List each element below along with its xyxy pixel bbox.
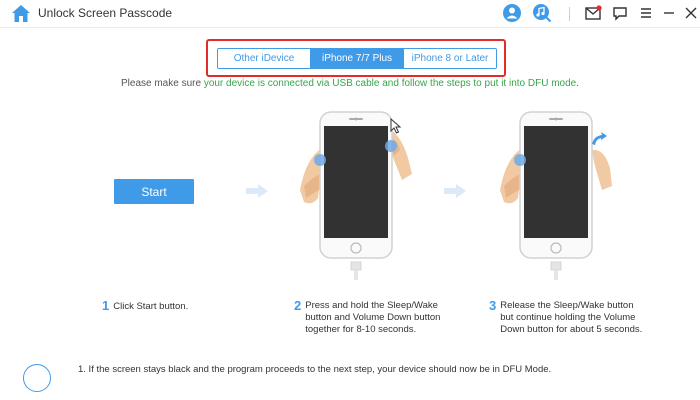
menu-icon[interactable] (636, 3, 656, 23)
arrow-right-icon (444, 184, 466, 198)
user-icon[interactable] (502, 3, 522, 23)
close-icon[interactable] (681, 3, 700, 23)
instruction-part-1: Please make sure (120, 78, 204, 89)
minimize-icon[interactable] (659, 3, 679, 23)
note-row: 1. If the screen stays black and the pro… (0, 355, 700, 400)
step-1: 1 Click Start button. (102, 298, 189, 313)
cursor-icon (390, 118, 402, 134)
step-1-text: Click Start button. (113, 301, 189, 312)
title-bar-divider (569, 7, 570, 21)
mail-icon[interactable] (583, 3, 603, 23)
info-circle-icon (23, 364, 51, 392)
tab-iphone-8-or-later[interactable]: iPhone 8 or Later (404, 49, 496, 68)
home-icon[interactable] (11, 4, 31, 23)
instruction-part-3: . (576, 78, 580, 89)
device-tabs: Other iDevice iPhone 7/7 Plus iPhone 8 o… (217, 48, 497, 69)
start-button[interactable]: Start (114, 179, 194, 204)
note-text: 1. If the screen stays black and the pro… (78, 364, 552, 375)
step-2-text: Press and hold the Sleep/Wake button and… (305, 300, 441, 335)
arrow-right-icon (246, 184, 268, 198)
instruction-text: Please make sure your device is connecte… (0, 78, 700, 89)
instruction-part-2: your device is connected via USB cable a… (203, 78, 577, 89)
app-title: Unlock Screen Passcode (38, 6, 173, 20)
step-2-number: 2 (294, 298, 302, 313)
phone-illustration-step-3 (500, 111, 612, 280)
step-3-number: 3 (489, 298, 497, 313)
tab-other-idevice[interactable]: Other iDevice (218, 49, 311, 68)
step-2: 2 Press and hold the Sleep/Wake button an… (294, 298, 441, 336)
tab-iphone-7[interactable]: iPhone 7/7 Plus (311, 49, 404, 68)
feedback-icon[interactable] (610, 3, 630, 23)
step-3-text: Release the Sleep/Wake button but contin… (500, 300, 643, 335)
step-3: 3 Release the Sleep/Wake button but conti… (489, 298, 643, 336)
title-bar: Unlock Screen Passcode (0, 0, 700, 28)
music-search-icon[interactable] (532, 3, 552, 23)
step-1-number: 1 (102, 298, 110, 313)
